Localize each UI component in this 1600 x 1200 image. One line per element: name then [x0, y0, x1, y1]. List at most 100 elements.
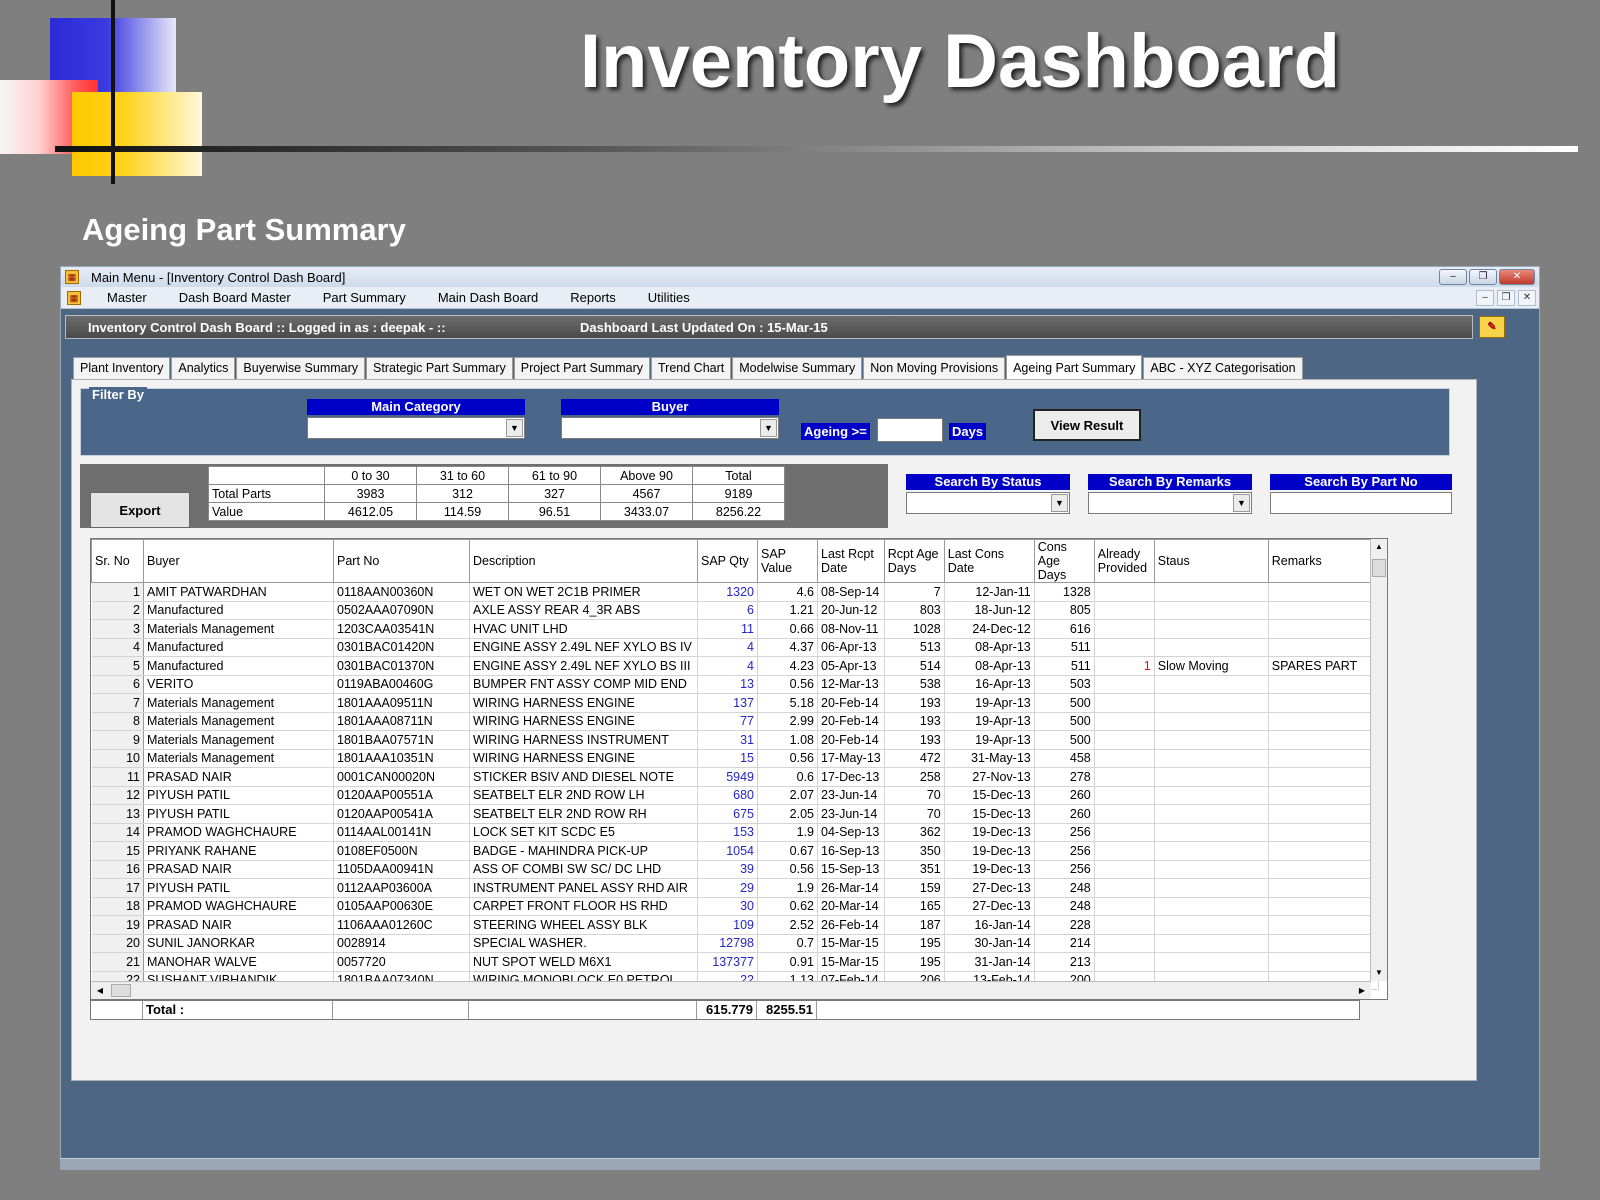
- table-row[interactable]: 10 Materials Management 1801AAA10351N WIRIN…: [91, 749, 1379, 768]
- grid-cell: 258: [884, 767, 945, 787]
- grid-cell: 2: [91, 601, 144, 620]
- grid-cell: 4.6: [757, 582, 818, 602]
- horizontal-scrollbar[interactable]: ◀ ▶: [91, 981, 1371, 999]
- summary-row-label: Value: [208, 502, 325, 521]
- grid-cell: 1.21: [757, 601, 818, 620]
- grid-cell: 30-Jan-14: [944, 934, 1035, 953]
- table-row[interactable]: 14 PRAMOD WAGHCHAURE 0114AAL00141N LOCK SET…: [91, 823, 1379, 842]
- table-row[interactable]: 17 PIYUSH PATIL 0112AAP03600A INSTRUMENT PA…: [91, 878, 1379, 898]
- grid-header-cell[interactable]: Description: [469, 539, 698, 583]
- table-row[interactable]: 13 PIYUSH PATIL 0120AAP00541A SEATBELT ELR …: [91, 804, 1379, 824]
- grid-cell: WIRING HARNESS ENGINE: [469, 693, 698, 713]
- menu-app-icon[interactable]: ▦: [67, 290, 81, 305]
- table-row[interactable]: 12 PIYUSH PATIL 0120AAP00551A SEATBELT ELR …: [91, 786, 1379, 805]
- buyer-select[interactable]: ▼: [561, 417, 779, 439]
- menu-utilities[interactable]: Utilities: [632, 290, 706, 305]
- table-row[interactable]: 8 Materials Management 1801AAA08711N WIRING…: [91, 712, 1379, 731]
- grid-cell: 19-Apr-13: [944, 693, 1035, 713]
- table-row[interactable]: 4 Manufactured 0301BAC01420N ENGINE ASSY 2.…: [91, 638, 1379, 657]
- grid-cell: 27-Dec-13: [944, 897, 1035, 916]
- summary-row-total-parts: Total Parts 3983 312 327 4567 9189: [208, 484, 785, 503]
- scroll-left-icon[interactable]: ◀: [92, 983, 108, 999]
- table-row[interactable]: 21 MANOHAR WALVE 0057720 NUT SPOT WELD M6X1…: [91, 952, 1379, 972]
- grid-cell: 19-Dec-13: [944, 841, 1035, 861]
- scroll-up-icon[interactable]: ▲: [1372, 539, 1386, 555]
- grid-header-cell[interactable]: Buyer: [143, 539, 334, 583]
- restore-button[interactable]: ❐: [1469, 269, 1497, 285]
- grid-header-cell[interactable]: SAP Qty: [697, 539, 758, 583]
- view-result-button[interactable]: View Result: [1033, 409, 1141, 441]
- chevron-down-icon[interactable]: ▼: [760, 419, 777, 437]
- search-remarks-select[interactable]: ▼: [1088, 492, 1252, 514]
- menu-main-dashboard[interactable]: Main Dash Board: [422, 290, 554, 305]
- table-row[interactable]: 11 PRASAD NAIR 0001CAN00020N STICKER BSIV A…: [91, 767, 1379, 787]
- close-button[interactable]: ✕: [1499, 269, 1535, 285]
- main-category-select[interactable]: ▼: [307, 417, 525, 439]
- scroll-right-icon[interactable]: ▶: [1354, 983, 1370, 999]
- tab-project-part-summary[interactable]: Project Part Summary: [513, 357, 650, 379]
- chevron-down-icon[interactable]: ▼: [506, 419, 523, 437]
- ageing-parts-grid[interactable]: Sr. No Buyer Part No Description SAP Qty SAP …: [90, 538, 1388, 1000]
- tab-abc-xyz-categorisation[interactable]: ABC - XYZ Categorisation: [1143, 357, 1303, 379]
- scroll-down-icon[interactable]: ▼: [1372, 965, 1386, 981]
- table-row[interactable]: 15 PRIYANK RAHANE 0108EF0500N BADGE - MAHIN…: [91, 841, 1379, 861]
- grid-header-cell[interactable]: Part No: [333, 539, 470, 583]
- menu-master[interactable]: Master: [91, 290, 163, 305]
- table-row[interactable]: 3 Materials Management 1203CAA03541N HVAC U…: [91, 619, 1379, 639]
- grid-cell: [1094, 619, 1155, 639]
- table-row[interactable]: 1 AMIT PATWARDHAN 0118AAN00360N WET ON WET …: [91, 582, 1379, 602]
- grid-header-cell[interactable]: Last Cons Date: [943, 539, 1035, 583]
- grid-cell: [1154, 878, 1269, 898]
- child-restore-button[interactable]: ❐: [1497, 289, 1515, 306]
- chevron-down-icon[interactable]: ▼: [1051, 494, 1068, 512]
- grid-cell: 458: [1034, 749, 1095, 768]
- grid-header-cell[interactable]: Already Provided: [1093, 539, 1155, 583]
- table-row[interactable]: 2 Manufactured 0502AAA07090N AXLE ASSY REAR…: [91, 601, 1379, 620]
- tab-modelwise-summary[interactable]: Modelwise Summary: [732, 357, 863, 379]
- window-titlebar[interactable]: ▦ Main Menu - [Inventory Control Dash Bo…: [61, 267, 1539, 287]
- menu-dashboard-master[interactable]: Dash Board Master: [163, 290, 307, 305]
- grid-header-cell[interactable]: Staus: [1153, 539, 1269, 583]
- tab-ageing-part-summary[interactable]: Ageing Part Summary: [1006, 355, 1143, 379]
- vertical-scrollbar[interactable]: ▲ ▼: [1370, 539, 1387, 981]
- search-status-select[interactable]: ▼: [906, 492, 1070, 514]
- tab-strategic-part-summary[interactable]: Strategic Part Summary: [366, 357, 513, 379]
- child-close-button[interactable]: ✕: [1518, 289, 1536, 306]
- grid-header-cell[interactable]: Last Rcpt Date: [817, 539, 885, 583]
- export-button[interactable]: Export: [90, 492, 190, 528]
- scroll-thumb[interactable]: [1372, 559, 1386, 577]
- table-row[interactable]: 18 PRAMOD WAGHCHAURE 0105AAP00630E CARPET F…: [91, 897, 1379, 916]
- chevron-down-icon[interactable]: ▼: [1233, 494, 1250, 512]
- table-row[interactable]: 20 SUNIL JANORKAR 0028914 SPECIAL WASHER. 12…: [91, 934, 1379, 953]
- last-updated-text: Dashboard Last Updated On : 15-Mar-15: [580, 319, 828, 335]
- table-row[interactable]: 5 Manufactured 0301BAC01370N ENGINE ASSY 2.…: [91, 656, 1379, 676]
- table-row[interactable]: 16 PRASAD NAIR 1105DAA00941N ASS OF COMBI S…: [91, 860, 1379, 879]
- tab-plant-inventory[interactable]: Plant Inventory: [73, 357, 171, 379]
- child-minimize-button[interactable]: –: [1476, 289, 1494, 306]
- grid-header-cell[interactable]: Rcpt Age Days: [883, 539, 945, 583]
- total-sap-qty: 615.779: [697, 1001, 757, 1019]
- tab-buyerwise-summary[interactable]: Buyerwise Summary: [236, 357, 366, 379]
- menu-reports[interactable]: Reports: [554, 290, 632, 305]
- grid-cell: HVAC UNIT LHD: [469, 619, 698, 639]
- menu-part-summary[interactable]: Part Summary: [307, 290, 422, 305]
- grid-header-cell[interactable]: Cons Age Days: [1033, 539, 1095, 583]
- grid-header-cell[interactable]: Remarks: [1267, 539, 1379, 583]
- scroll-thumb[interactable]: [111, 984, 131, 997]
- grid-header-cell[interactable]: Sr. No: [91, 539, 144, 583]
- tab-analytics[interactable]: Analytics: [171, 357, 236, 379]
- grid-header-cell[interactable]: SAP Value: [757, 539, 818, 583]
- table-row[interactable]: 19 PRASAD NAIR 1106AAA01260C STEERING WHEEL…: [91, 915, 1379, 935]
- table-row[interactable]: 7 Materials Management 1801AAA09511N WIRING…: [91, 693, 1379, 713]
- notes-icon[interactable]: ✎: [1479, 316, 1505, 338]
- grid-cell: 3: [91, 619, 144, 639]
- grid-cell: [1094, 675, 1155, 694]
- tab-trend-chart[interactable]: Trend Chart: [651, 357, 732, 379]
- table-row[interactable]: 6 VERITO 0119ABA00460G BUMPER FNT ASSY COMP…: [91, 675, 1379, 694]
- table-row[interactable]: 9 Materials Management 1801BAA07571N WIRING…: [91, 730, 1379, 750]
- ageing-input[interactable]: [877, 418, 943, 442]
- grid-cell: 21: [91, 952, 144, 972]
- search-partno-input[interactable]: [1270, 492, 1452, 514]
- tab-non-moving-provisions[interactable]: Non Moving Provisions: [863, 357, 1006, 379]
- minimize-button[interactable]: –: [1439, 269, 1467, 285]
